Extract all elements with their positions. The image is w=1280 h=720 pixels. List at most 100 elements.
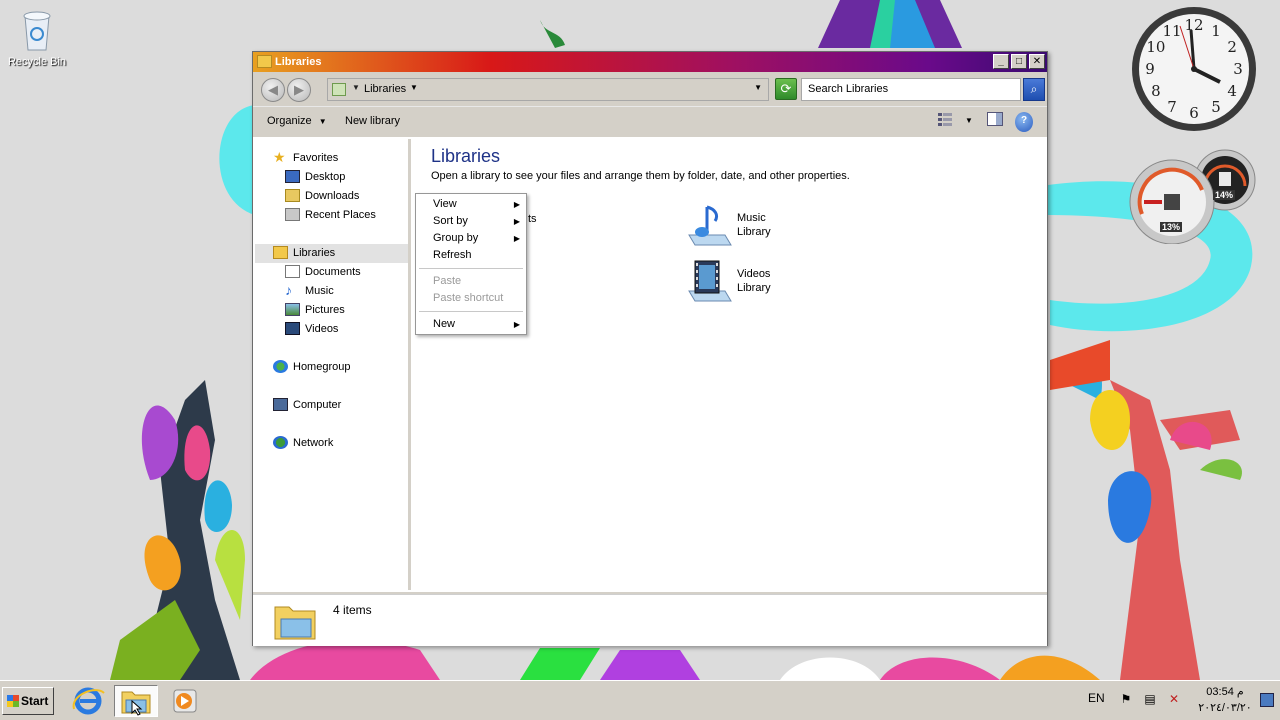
window-controls: _ □ ✕ (993, 54, 1045, 69)
menu-item-new[interactable]: New ▶ (416, 316, 526, 333)
menu-item-paste-shortcut: Paste shortcut (416, 290, 526, 307)
nav-network-label: Network (293, 437, 334, 449)
internet-explorer-icon (72, 687, 105, 715)
forward-button[interactable]: ▶ (287, 78, 311, 102)
address-field[interactable]: ▼ Libraries ▼ ▼ (327, 78, 769, 101)
nav-network[interactable]: Network (273, 434, 333, 453)
submenu-arrow-icon: ▶ (513, 234, 520, 243)
clock-numeral: 2 (1227, 38, 1237, 56)
show-desktop-button[interactable] (1260, 693, 1274, 707)
window-titlebar[interactable]: Libraries _ □ ✕ (253, 52, 1047, 72)
nav-libraries[interactable]: Libraries (255, 244, 408, 263)
menu-item-paste-shortcut-label: Paste shortcut (433, 292, 504, 304)
music-note-icon: ♪ (285, 281, 292, 298)
taskbar: Start EN ⚑ ▤ ✕ 03:54 م ٢٠٢٤/٠٣/٢٠ (0, 680, 1280, 720)
pictures-icon (285, 302, 300, 316)
menu-item-new-label: New (433, 318, 456, 330)
clock-numeral: 11 (1162, 22, 1181, 40)
nav-recent-places[interactable]: Recent Places (285, 206, 376, 225)
nav-videos-label: Videos (305, 323, 339, 335)
menu-item-paste-label: Paste (433, 275, 462, 287)
new-library-button[interactable]: New library (345, 115, 400, 127)
menu-item-sort-by-label: Sort by (433, 215, 468, 227)
organize-label: Organize (267, 115, 312, 127)
nav-documents-label: Documents (305, 266, 361, 278)
help-icon[interactable]: ? (1015, 112, 1033, 132)
refresh-button[interactable]: ⟳ (775, 78, 797, 100)
libraries-folder-icon (332, 83, 346, 96)
details-pane: 4 items (253, 594, 1047, 646)
libraries-folder-large-icon (273, 601, 317, 641)
videos-library-item[interactable]: Videos Library (685, 257, 795, 305)
videos-library-name: Videos (737, 268, 771, 280)
menu-separator (419, 268, 523, 269)
clock-numeral: 10 (1146, 38, 1165, 56)
nav-favorites[interactable]: ★ Favorites (273, 149, 338, 168)
search-input[interactable]: Search Libraries (801, 78, 1021, 101)
network-icon (273, 435, 288, 449)
system-clock[interactable]: 03:54 م ٢٠٢٤/٠٣/٢٠ (1196, 684, 1254, 716)
explorer-window[interactable]: Libraries _ □ ✕ ◀ ▶ ▼ Libraries ▼ ▼ ⟳ Se… (252, 51, 1048, 646)
nav-desktop[interactable]: Desktop (285, 168, 345, 187)
videos-library-icon (685, 257, 733, 305)
view-options-dropdown-icon[interactable]: ▼ (963, 112, 975, 132)
nav-videos[interactable]: Videos (285, 320, 338, 339)
mouse-cursor-icon (131, 700, 143, 716)
start-button[interactable]: Start (2, 687, 54, 715)
media-player-icon (173, 689, 197, 713)
network-tray-icon[interactable]: ▤ (1142, 691, 1158, 707)
media-player-taskbar-button[interactable] (162, 685, 206, 717)
menu-item-view[interactable]: View ▶ (416, 196, 526, 213)
music-library-item[interactable]: Music Library (685, 201, 795, 249)
volume-muted-icon[interactable]: ✕ (1166, 691, 1182, 707)
clock-face: 12 12 3 45678 9 1011 (1132, 7, 1256, 131)
search-icon[interactable]: ⌕ (1023, 78, 1045, 101)
libraries-icon (273, 245, 288, 259)
action-center-flag-icon[interactable]: ⚑ (1118, 691, 1134, 707)
change-view-icon[interactable] (937, 112, 953, 132)
language-indicator[interactable]: EN (1088, 691, 1105, 705)
nav-desktop-label: Desktop (305, 171, 346, 183)
organize-dropdown-icon: ▼ (318, 117, 327, 126)
back-button[interactable]: ◀ (261, 78, 285, 102)
recycle-bin-graphic (20, 8, 54, 52)
menu-item-sort-by[interactable]: Sort by ▶ (416, 213, 526, 230)
nav-homegroup[interactable]: Homegroup (273, 358, 350, 377)
context-menu: View ▶ Sort by ▶ Group by ▶ Refresh Paste P… (415, 193, 527, 335)
menu-item-refresh-label: Refresh (433, 249, 472, 261)
item-count: 4 items (333, 603, 372, 617)
maximize-button[interactable]: □ (1011, 54, 1027, 69)
clock-gadget[interactable]: 12 1 2 3 4 5 6 7 8 9 10 11 (1130, 6, 1260, 134)
nav-computer[interactable]: Computer (273, 396, 341, 415)
clock-numeral: 9 (1145, 60, 1155, 78)
address-history-dropdown-icon[interactable]: ▼ (754, 83, 762, 92)
menu-item-refresh[interactable]: Refresh (416, 247, 526, 264)
windows-logo-icon (7, 695, 19, 707)
command-bar: Organize ▼ New library ▼ ? (253, 106, 1047, 136)
clock-date: ٢٠٢٤/٠٣/٢٠ (1198, 702, 1252, 714)
chevron-down-icon[interactable]: ▼ (352, 83, 360, 92)
organize-button[interactable]: Organize ▼ (267, 115, 327, 127)
breadcrumb[interactable]: Libraries (364, 83, 406, 95)
recycle-bin-label: Recycle Bin (7, 56, 67, 68)
menu-item-paste: Paste (416, 273, 526, 290)
nav-downloads[interactable]: Downloads (285, 187, 359, 206)
nav-recent-places-label: Recent Places (305, 209, 376, 221)
music-library-name: Music (737, 212, 766, 224)
windows-explorer-taskbar-button[interactable] (114, 685, 158, 717)
clock-numeral: 1 (1211, 22, 1221, 40)
preview-pane-icon[interactable] (987, 112, 1003, 132)
music-library-icon (685, 201, 733, 249)
internet-explorer-taskbar-button[interactable] (66, 685, 110, 717)
nav-documents[interactable]: Documents (285, 263, 361, 282)
videos-filmstrip-icon (285, 321, 300, 335)
music-library-sub: Library (737, 226, 771, 238)
minimize-button[interactable]: _ (993, 54, 1009, 69)
cpu-meter-gadget[interactable]: 13% 14% (1128, 148, 1258, 245)
recycle-bin-icon[interactable]: Recycle Bin (6, 8, 68, 68)
nav-music[interactable]: ♪ Music (285, 282, 334, 301)
menu-item-group-by[interactable]: Group by ▶ (416, 230, 526, 247)
nav-pictures[interactable]: Pictures (285, 301, 345, 320)
close-button[interactable]: ✕ (1029, 54, 1045, 69)
breadcrumb-dropdown-icon[interactable]: ▼ (410, 83, 418, 92)
